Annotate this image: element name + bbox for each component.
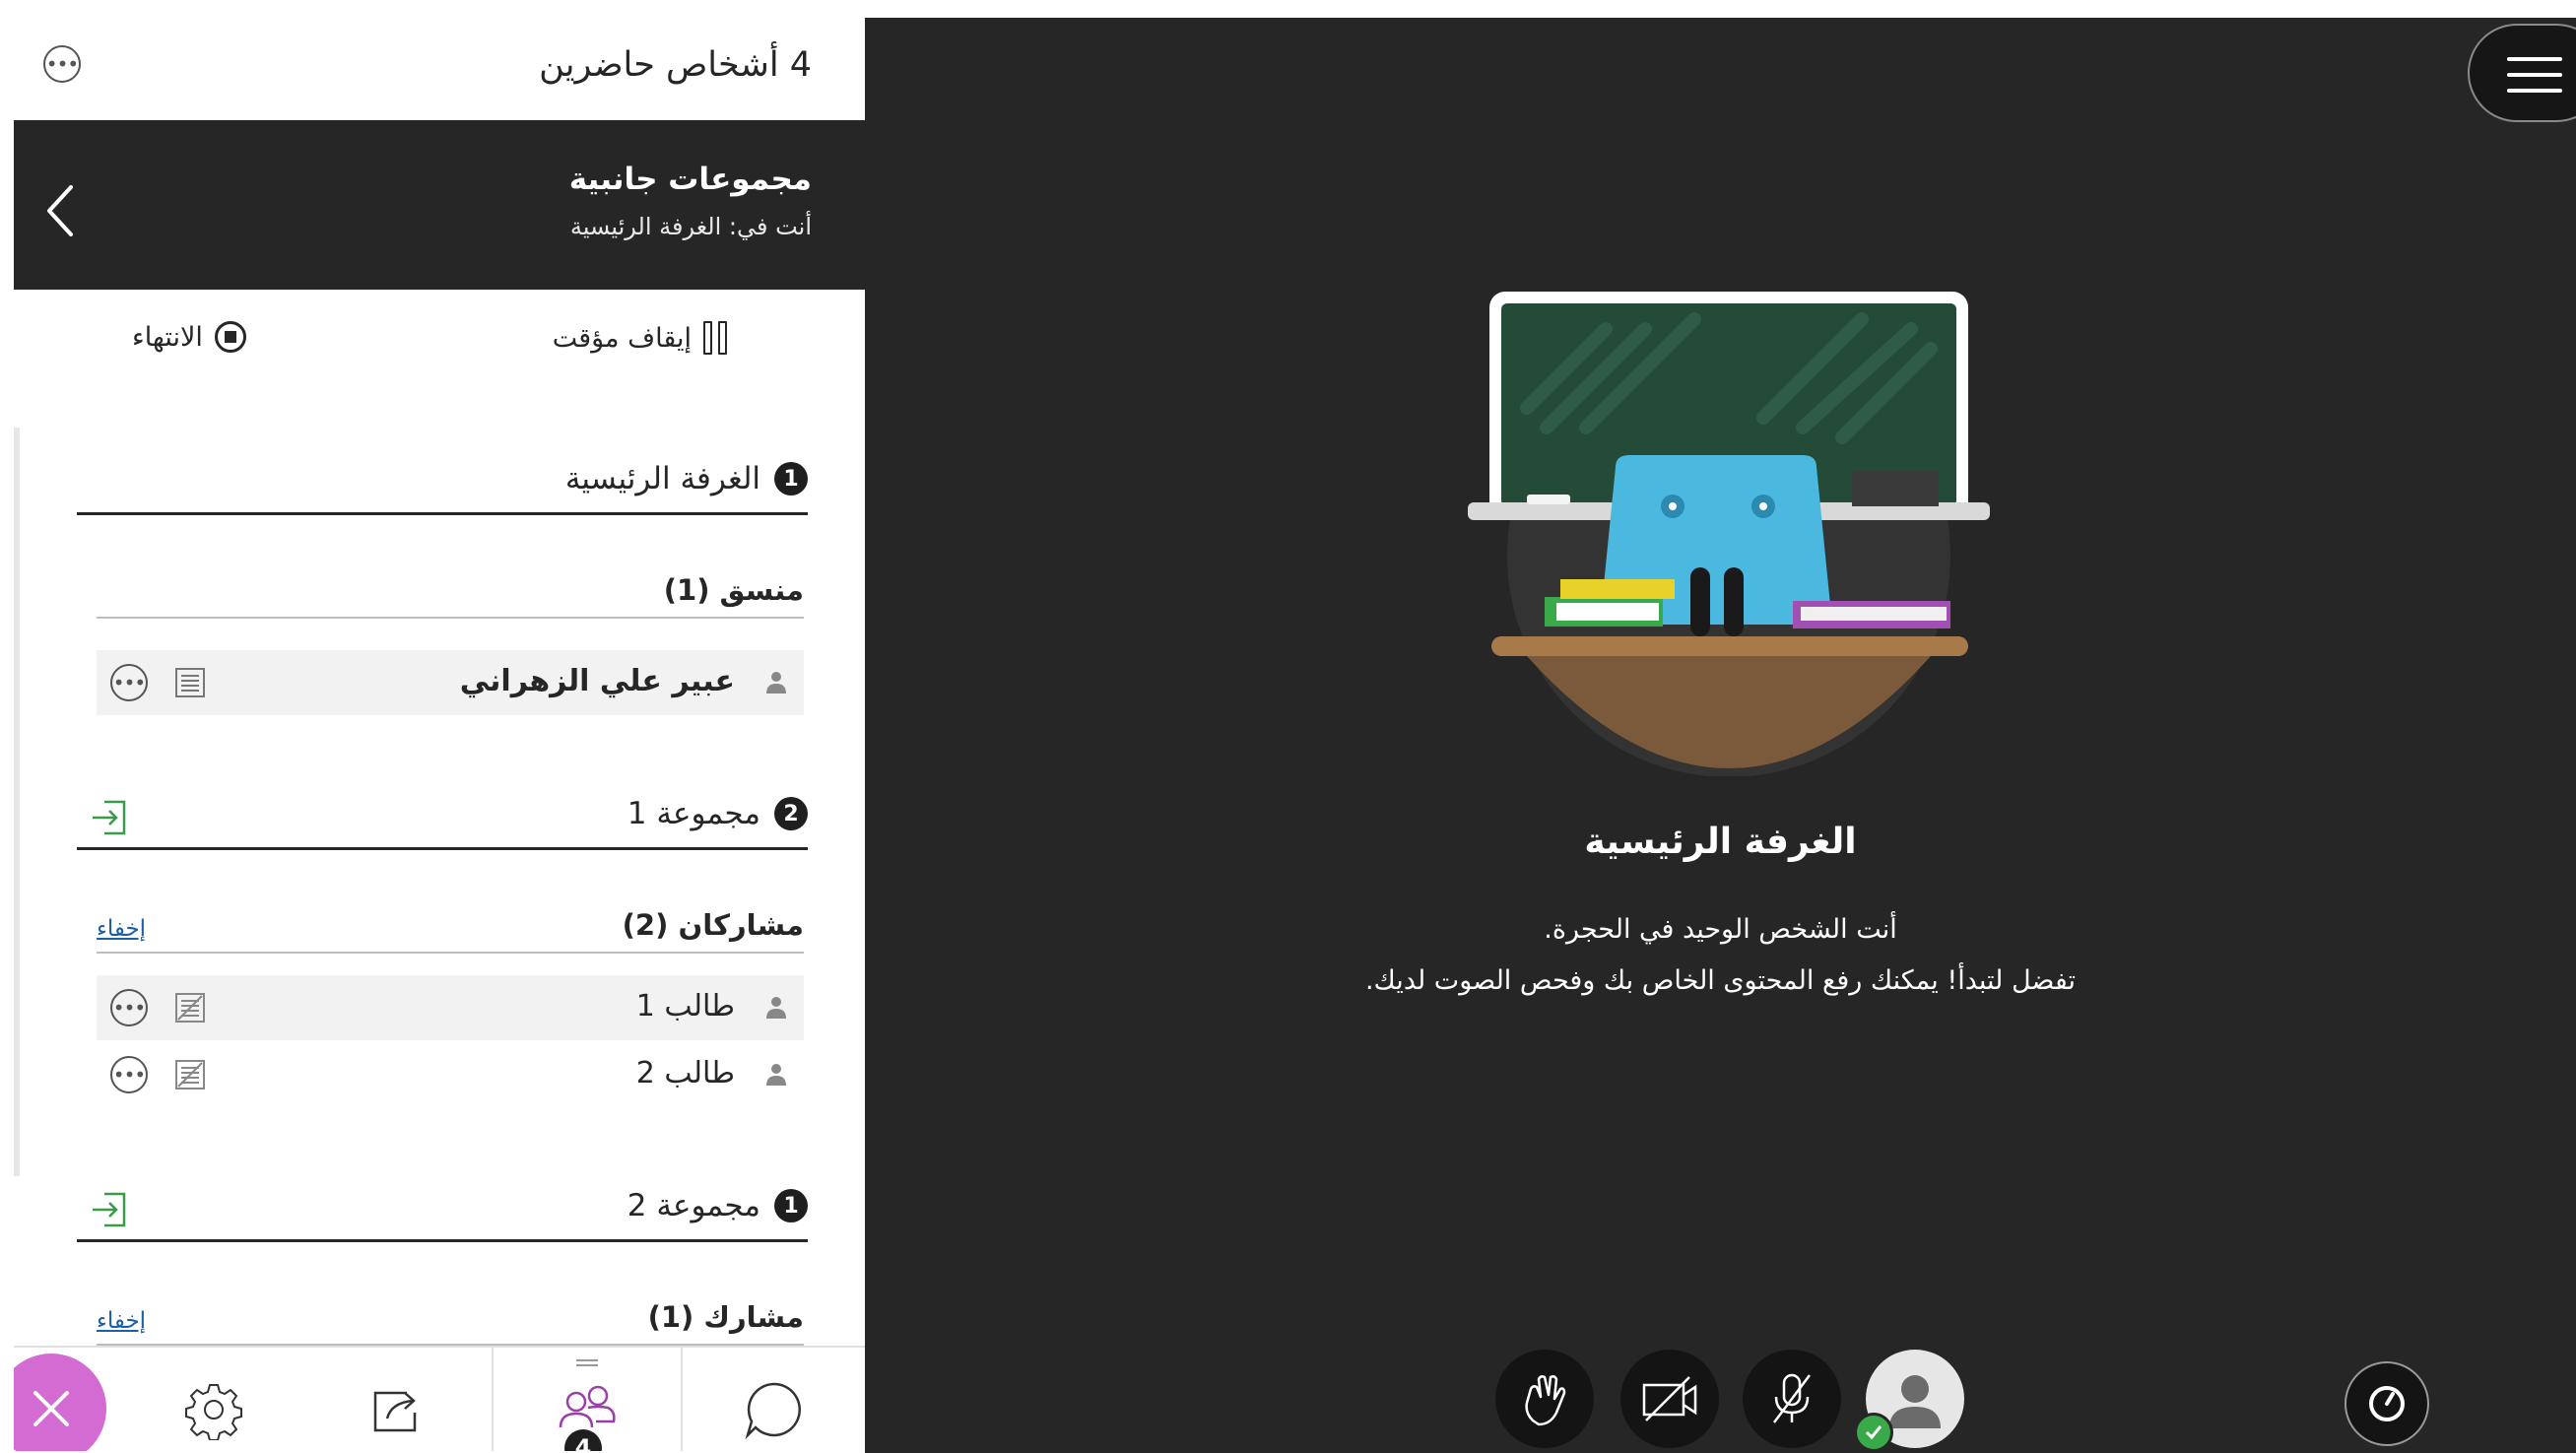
main-stage: الغرفة الرئيسية أنت الشخص الوحيد في الحج… [865,18,2576,1453]
role-label: منسق (1) [663,573,804,607]
end-button[interactable]: الانتهاء [132,321,246,353]
pause-label: إيقاف مؤقت [552,322,692,354]
current-room-label: أنت في: الغرفة الرئيسية [569,213,812,240]
classroom-illustration [1468,292,1990,776]
close-icon [14,1354,106,1451]
breakout-groups-bar: مجموعات جانبية أنت في: الغرفة الرئيسية [14,120,865,290]
attendee-count-title: 4 أشخاص حاضرين [539,45,812,85]
list-disabled-icon [175,1060,205,1090]
group-name: الغرفة الرئيسية [564,461,760,496]
attendee-name: عبير علي الزهراني [459,664,735,698]
attendee-row[interactable]: طالب 1 ••• [97,975,804,1040]
scrollbar[interactable] [14,428,20,1176]
chevron-left-icon[interactable] [41,181,81,240]
share-icon [373,1391,417,1431]
attendee-row[interactable]: طالب 2 ••• [97,1042,804,1107]
breakout-actions: إيقاف مؤقت الانتهاء [14,290,865,388]
hide-link[interactable]: إخفاء [97,916,146,942]
attendees-button[interactable]: 4 [492,1348,683,1451]
network-status-button[interactable] [2345,1361,2429,1446]
groups-list[interactable]: 1 الغرفة الرئيسية منسق (1) عبير علي الزه… [14,388,865,1346]
list-disabled-icon [175,993,205,1023]
hide-link[interactable]: إخفاء [97,1308,146,1334]
user-icon [766,1064,786,1086]
more-options-icon[interactable]: ••• [110,1056,148,1093]
drag-handle-icon [576,1359,598,1366]
room-title: الغرفة الرئيسية [1584,822,1857,862]
pause-icon [703,321,727,355]
role-header-participants: مشاركان (2) إخفاء [97,906,804,954]
chat-icon [744,1382,801,1439]
group-name: مجموعة 2 [627,1188,760,1223]
panel-toolbar: 4 [14,1346,865,1451]
role-label: مشارك (1) [647,1300,804,1334]
list-icon [175,668,205,697]
mic-off-icon [1773,1373,1811,1423]
group-count-badge: 1 [774,1189,808,1222]
group-count-badge: 2 [774,797,808,830]
pause-button[interactable]: إيقاف مؤقت [553,321,727,355]
group-name: مجموعة 1 [627,796,760,831]
more-options-icon[interactable]: ••• [110,989,148,1026]
role-header-participant: مشارك (1) إخفاء [97,1298,804,1346]
user-icon [766,672,786,693]
role-label: مشاركان (2) [622,908,804,942]
attendee-name: طالب 1 [635,989,735,1024]
chat-button[interactable] [681,1348,865,1451]
role-header-moderator: منسق (1) [97,571,804,619]
user-icon [766,997,786,1019]
microphone-button[interactable] [1743,1350,1841,1448]
hamburger-icon [2507,57,2562,104]
camera-off-icon [1642,1376,1697,1421]
breakout-title: مجموعات جانبية [568,162,812,197]
network-gauge-icon [2369,1386,2405,1421]
more-options-icon[interactable]: ••• [43,45,81,83]
status-check-icon [1854,1413,1893,1452]
attendees-panel: ••• 4 أشخاص حاضرين مجموعات جانبية أنت في… [14,18,865,1451]
group-header-main-room[interactable]: 1 الغرفة الرئيسية [77,455,808,515]
join-group-icon[interactable] [91,798,130,837]
hand-icon [1525,1375,1566,1426]
group-header-group-2[interactable]: 1 مجموعة 2 [77,1182,808,1242]
session-menu-button[interactable] [2468,24,2576,122]
group-count-badge: 1 [774,462,808,495]
close-panel-button[interactable] [14,1348,106,1451]
camera-button[interactable] [1620,1350,1719,1448]
attendee-row[interactable]: عبير علي الزهراني ••• [97,650,804,715]
alone-message: أنت الشخص الوحيد في الحجرة. [1544,914,1897,945]
attendee-name: طالب 2 [635,1056,735,1090]
group-header-group-1[interactable]: 2 مجموعة 1 [77,790,808,850]
share-content-button[interactable] [304,1348,492,1451]
stop-icon [214,321,246,353]
join-group-icon[interactable] [91,1190,130,1229]
panel-header: ••• 4 أشخاص حاضرين [14,18,865,121]
settings-button[interactable] [122,1348,304,1451]
gear-icon [184,1383,242,1440]
raise-hand-button[interactable] [1495,1350,1594,1448]
getting-started-message: تفضل لتبدأ! يمكنك رفع المحتوى الخاص بك و… [1364,965,2077,996]
more-options-icon[interactable]: ••• [110,664,148,701]
end-label: الانتهاء [132,321,203,353]
